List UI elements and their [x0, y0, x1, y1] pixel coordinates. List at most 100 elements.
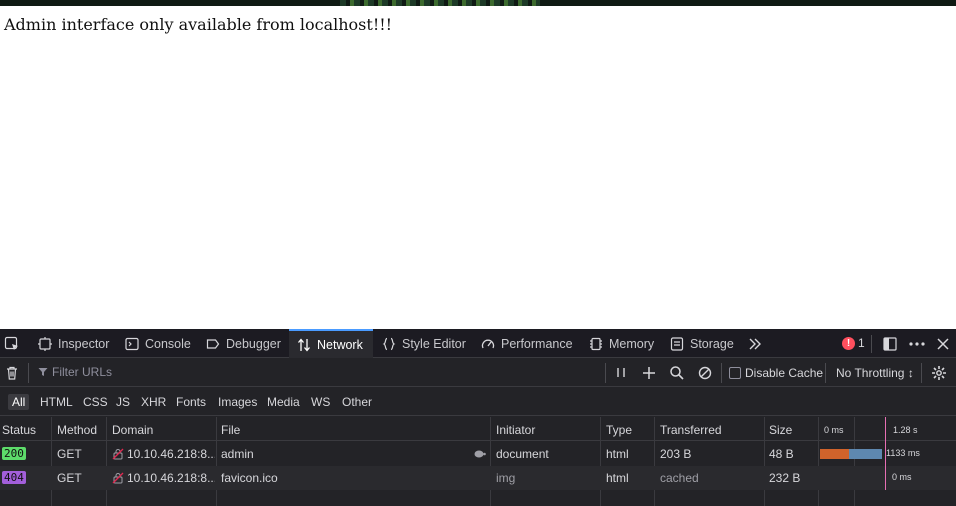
tab-debugger[interactable]: Debugger — [206, 329, 281, 358]
tab-memory-label: Memory — [609, 336, 655, 351]
toolbar-divider — [28, 363, 29, 383]
page-banner — [0, 0, 956, 6]
tab-console[interactable]: Console — [125, 329, 191, 358]
network-toolbar: Filter URLs Disable Cache No Throttling … — [0, 359, 956, 387]
filter-icon — [38, 368, 48, 376]
filter-css[interactable]: CSS — [79, 394, 112, 410]
column-method[interactable]: Method — [57, 423, 97, 437]
trash-icon[interactable] — [4, 365, 20, 381]
tab-inspector-label: Inspector — [58, 336, 110, 351]
toolbar-divider — [825, 363, 826, 383]
more-tabs-chevron-icon[interactable] — [748, 337, 762, 351]
disable-cache-box[interactable] — [729, 367, 741, 379]
search-icon[interactable] — [669, 365, 685, 381]
pause-icon[interactable] — [613, 365, 629, 381]
tab-performance[interactable]: Performance — [481, 329, 573, 358]
block-icon[interactable] — [697, 365, 713, 381]
more-options-icon[interactable] — [908, 336, 926, 352]
element-picker-icon[interactable] — [4, 336, 20, 352]
page-message: Admin interface only available from loca… — [4, 15, 393, 34]
debugger-icon — [206, 338, 220, 349]
tab-style-editor[interactable]: Style Editor — [382, 329, 466, 358]
gear-icon[interactable] — [931, 365, 947, 381]
filter-media[interactable]: Media — [263, 394, 304, 410]
tab-storage[interactable]: Storage — [670, 329, 734, 358]
tab-network[interactable]: Network — [289, 329, 373, 358]
requests-table-header: Status Method Domain File Initiator Type… — [0, 417, 956, 441]
waterfall-bar-wait — [820, 449, 849, 459]
request-timing: 0 ms — [892, 472, 912, 482]
tab-network-label: Network — [317, 337, 363, 352]
disable-cache-label: Disable Cache — [745, 366, 824, 380]
request-type-filters: All HTML CSS JS XHR Fonts Images Media W… — [0, 388, 956, 416]
performance-icon — [481, 339, 495, 348]
network-icon — [298, 337, 310, 352]
inspector-icon — [38, 336, 52, 351]
request-timing: 1133 ms — [886, 448, 920, 458]
request-initiator: img — [496, 471, 516, 485]
column-initiator[interactable]: Initiator — [496, 423, 535, 437]
console-icon — [125, 337, 139, 350]
filter-js[interactable]: JS — [112, 394, 134, 410]
request-size: 48 B — [769, 447, 794, 461]
filter-images[interactable]: Images — [214, 394, 261, 410]
request-method: GET — [57, 471, 82, 485]
request-domain: 10.10.46.218:8... — [127, 471, 215, 485]
filter-urls-input[interactable]: Filter URLs — [38, 365, 112, 379]
column-type[interactable]: Type — [606, 423, 632, 437]
waterfall-tick-start: 0 ms — [824, 425, 844, 435]
tabbar-divider — [871, 335, 872, 353]
tab-console-label: Console — [145, 336, 191, 351]
request-type: html — [606, 471, 629, 485]
filter-other[interactable]: Other — [338, 394, 376, 410]
request-transferred: 203 B — [660, 447, 692, 461]
filter-fonts[interactable]: Fonts — [172, 394, 210, 410]
devtools-panel: Inspector Console Debugger Network Style… — [0, 329, 956, 506]
column-domain[interactable]: Domain — [112, 423, 153, 437]
request-type: html — [606, 447, 629, 461]
waterfall-tick-end: 1.28 s — [893, 425, 918, 435]
insecure-lock-icon — [112, 448, 124, 460]
toolbar-divider — [921, 363, 922, 383]
status-badge: 404 — [2, 471, 26, 484]
storage-icon — [670, 336, 684, 351]
filter-xhr[interactable]: XHR — [137, 394, 170, 410]
filter-html[interactable]: HTML — [36, 394, 77, 410]
devtools-tabbar: Inspector Console Debugger Network Style… — [0, 329, 956, 358]
disable-cache-checkbox[interactable]: Disable Cache — [729, 366, 823, 380]
tab-memory[interactable]: Memory — [589, 329, 654, 358]
toolbar-divider — [605, 363, 606, 383]
filter-ws[interactable]: WS — [307, 394, 334, 410]
request-size: 232 B — [769, 471, 801, 485]
toolbar-divider — [721, 363, 722, 383]
table-row[interactable]: 200 GET 10.10.46.218:8... admin document… — [0, 442, 956, 466]
close-icon[interactable] — [936, 337, 950, 351]
tracker-turtle-icon — [474, 450, 486, 458]
table-row[interactable]: 404 GET 10.10.46.218:8... favicon.ico im… — [0, 466, 956, 490]
error-count-badge[interactable]: ! 1 — [842, 336, 865, 350]
waterfall-bar-receive — [849, 449, 882, 459]
style-editor-icon — [382, 337, 396, 350]
filter-placeholder: Filter URLs — [52, 365, 113, 379]
request-file: favicon.ico — [221, 471, 278, 485]
request-file: admin — [221, 447, 254, 461]
memory-icon — [590, 337, 602, 350]
column-file[interactable]: File — [221, 423, 240, 437]
request-initiator: document — [496, 447, 549, 461]
tab-debugger-label: Debugger — [226, 336, 281, 351]
request-transferred: cached — [660, 471, 699, 485]
request-domain: 10.10.46.218:8... — [127, 447, 215, 461]
column-status[interactable]: Status — [2, 423, 36, 437]
tab-inspector[interactable]: Inspector — [38, 329, 109, 358]
tab-performance-label: Performance — [501, 336, 573, 351]
throttling-select[interactable]: No Throttling ↕ — [836, 366, 914, 380]
add-request-icon[interactable] — [641, 365, 657, 381]
column-size[interactable]: Size — [769, 423, 792, 437]
tab-style-editor-label: Style Editor — [402, 336, 466, 351]
filter-all[interactable]: All — [8, 394, 30, 410]
responsive-design-icon[interactable] — [882, 336, 898, 352]
tab-storage-label: Storage — [690, 336, 734, 351]
request-method: GET — [57, 447, 82, 461]
error-icon: ! — [842, 336, 855, 350]
column-transferred[interactable]: Transferred — [660, 423, 722, 437]
